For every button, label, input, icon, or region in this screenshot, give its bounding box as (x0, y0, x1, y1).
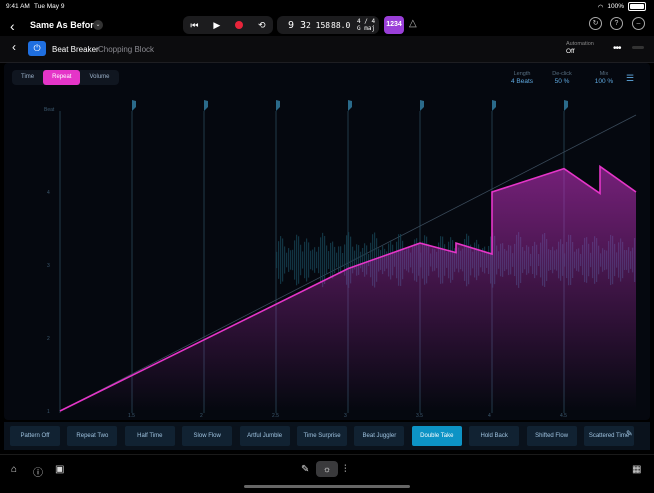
pattern-button[interactable]: Shifted Flow (526, 426, 577, 446)
pattern-button[interactable]: Beat Juggler (354, 426, 405, 446)
home-indicator (244, 485, 410, 488)
info-icon[interactable]: ⓘ (33, 464, 43, 479)
lcd-signature-key: 4 / 4 G maj (357, 18, 375, 32)
more-options-icon[interactable]: – (632, 17, 645, 30)
plugin-preset[interactable]: Chopping Block (98, 45, 154, 54)
project-title[interactable]: Same As Before (30, 20, 99, 30)
y-tick-label: 2 (47, 336, 50, 342)
chevron-down-icon[interactable]: ⌄ (93, 20, 103, 30)
plugins-button[interactable]: ☼ (316, 461, 338, 477)
x-tick-label: 4.5 (560, 413, 567, 419)
cycle-icon[interactable]: ⟲ (258, 20, 266, 31)
battery-icon (628, 2, 646, 11)
mode-segmented-control: Time Repeat Volume (12, 70, 119, 85)
loop-browser-icon[interactable]: ↻ (589, 17, 602, 30)
slice-marker[interactable] (420, 100, 424, 111)
wifi-icon: ◠ (597, 3, 604, 11)
editor-pencil-icon[interactable]: ✎ (301, 464, 309, 475)
pattern-button[interactable]: Time Surprise (297, 426, 347, 446)
beat-breaker-panel: Beat 1 2 3 4 1.5 2 2.5 3 3.5 4 4.5 (4, 63, 650, 420)
pencil-icon[interactable]: ✎ (626, 429, 633, 438)
go-to-start-icon[interactable]: ⏮ (190, 20, 198, 31)
drag-handle[interactable] (632, 46, 644, 49)
x-tick-label: 4 (488, 413, 491, 419)
mix-value[interactable]: 100 % (584, 78, 624, 85)
pattern-button[interactable]: Hold Back (469, 426, 520, 446)
slice-marker[interactable] (204, 100, 208, 111)
slice-marker[interactable] (348, 100, 352, 111)
library-icon[interactable]: ⌂ (11, 464, 17, 475)
ellipsis-icon[interactable]: ••• (613, 43, 621, 54)
keyboard-icon[interactable]: ▦ (632, 464, 641, 475)
x-tick-label: 1.5 (128, 413, 135, 419)
pattern-button[interactable]: Repeat Two (67, 426, 118, 446)
declick-value[interactable]: 50 % (542, 78, 582, 85)
slice-marker[interactable] (492, 100, 496, 111)
status-time: 9:41 AM (6, 3, 30, 10)
automation-value[interactable]: Off (566, 48, 575, 55)
record-button[interactable] (235, 21, 244, 29)
status-bar: 9:41 AM Tue May 9 ◠ 100% (0, 0, 654, 14)
control-bar: ‹ Same As Before ⌄ ⏮ ▶ ⟲ 9 3 2 158 88.0 … (0, 14, 654, 36)
y-tick-label: 1 (47, 409, 50, 415)
y-tick-label: 3 (47, 263, 50, 269)
lcd-tempo: 88.0 (331, 21, 351, 30)
tab-time[interactable]: Time (12, 70, 43, 85)
pattern-button[interactable]: Pattern Off (10, 426, 60, 446)
sliders-icon[interactable]: ☰ (626, 73, 634, 84)
browser-icon[interactable]: ▣ (55, 464, 64, 475)
lcd-position: 9 3 (288, 20, 307, 31)
pattern-button[interactable]: Half Time (124, 426, 175, 446)
battery-percent: 100% (607, 3, 624, 10)
repeat-graph[interactable]: Beat 1 2 3 4 1.5 2 2.5 3 3.5 4 4.5 (4, 63, 650, 420)
slice-marker[interactable] (564, 100, 568, 111)
y-axis-label: Beat (44, 107, 55, 113)
slice-marker[interactable] (132, 100, 136, 111)
status-right: ◠ 100% (598, 2, 646, 11)
transport-controls: ⏮ ▶ ⟲ (183, 16, 273, 34)
mix-label: Mix (599, 71, 609, 77)
lcd-key: G maj (357, 25, 376, 32)
tab-repeat[interactable]: Repeat (43, 70, 81, 85)
play-icon[interactable]: ▶ (213, 20, 220, 31)
help-icon[interactable]: ? (610, 17, 623, 30)
length-value[interactable]: 4 Beats (502, 78, 542, 85)
tab-volume[interactable]: Volume (80, 70, 118, 85)
lcd-signature: 4 / 4 (357, 18, 376, 25)
slice-marker[interactable] (276, 100, 280, 111)
plugin-header: ‹ ⏻ Beat Breaker Chopping Block Automati… (0, 36, 654, 63)
power-icon[interactable]: ⏻ (28, 41, 46, 56)
status-date: Tue May 9 (34, 3, 65, 10)
lcd-display[interactable]: 9 3 2 158 88.0 4 / 4 G maj (277, 16, 379, 34)
pattern-button[interactable]: Slow Flow (182, 426, 233, 446)
automation-label: Automation (566, 41, 594, 47)
plugin-name: Beat Breaker (52, 45, 99, 54)
count-in-button[interactable]: 1234 (384, 16, 404, 34)
length-label: Length (513, 71, 531, 77)
plugin-back-icon[interactable]: ‹ (12, 40, 16, 54)
lcd-ticks: 2 158 (306, 21, 331, 30)
pattern-button[interactable]: Double Take (411, 426, 462, 446)
metronome-icon[interactable]: △ (409, 18, 417, 29)
x-tick-label: 3 (344, 413, 347, 419)
pattern-button[interactable]: Artful Jumble (239, 426, 290, 446)
x-tick-label: 2 (200, 413, 203, 419)
x-tick-label: 2.5 (272, 413, 279, 419)
mixer-icon[interactable]: ⫶ (344, 464, 347, 475)
back-chevron-icon[interactable]: ‹ (10, 18, 15, 34)
x-tick-label: 3.5 (416, 413, 423, 419)
declick-label: De-click (552, 71, 572, 77)
y-tick-label: 4 (47, 190, 50, 196)
